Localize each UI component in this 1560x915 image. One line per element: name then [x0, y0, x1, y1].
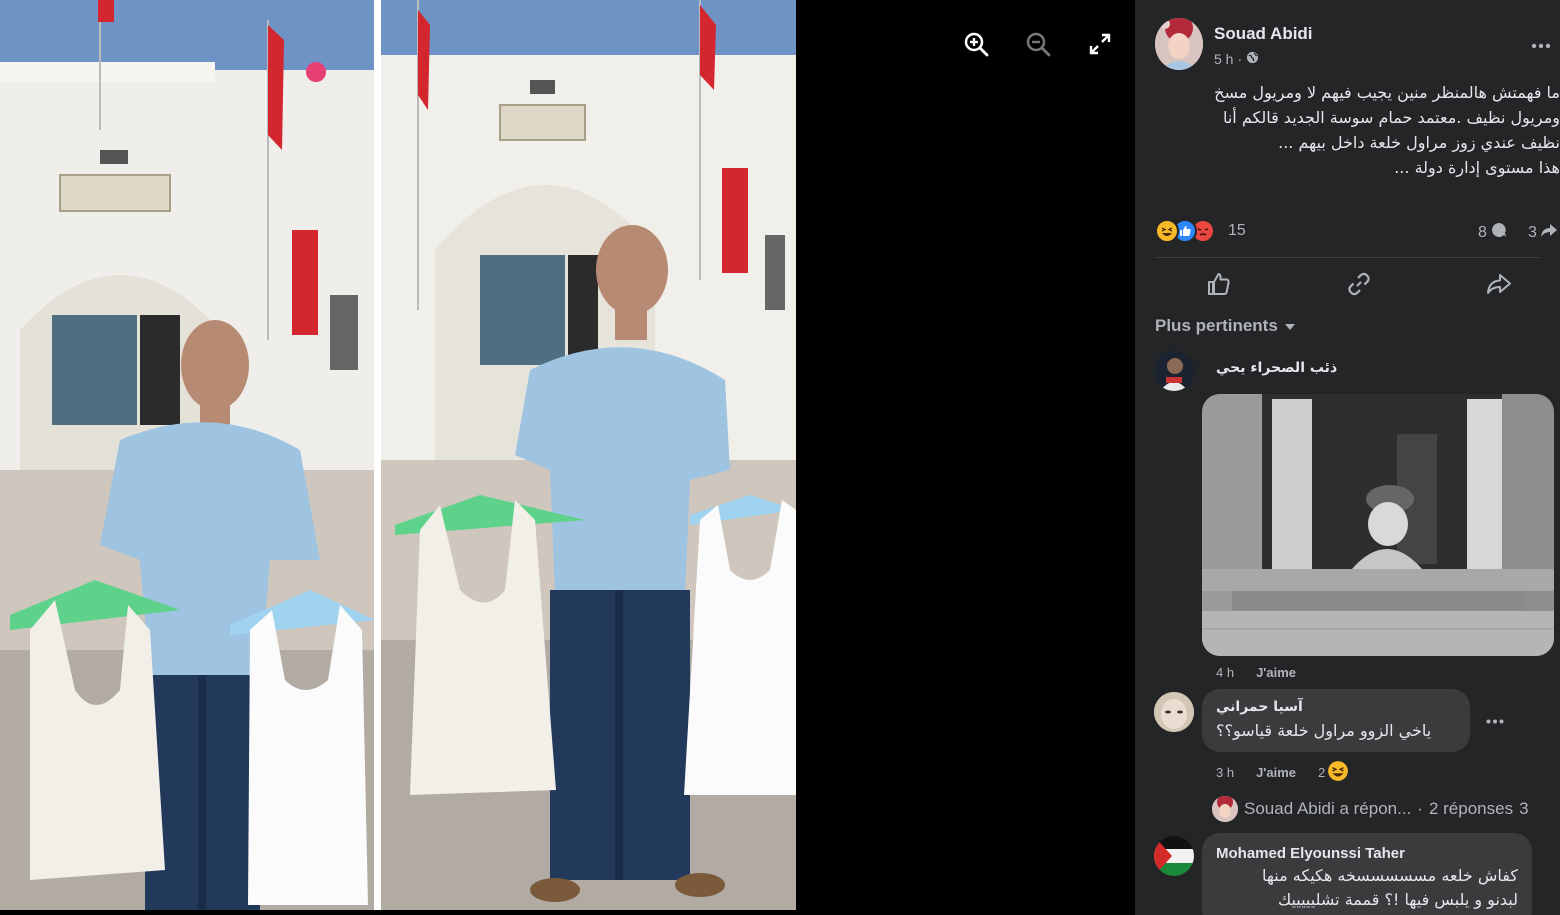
comment-like-button[interactable]: J'aime [1256, 765, 1296, 780]
reply-separator: · [1417, 799, 1423, 818]
comment-text: ياخي الزوو مراول خلعة قياسو؟؟ [1216, 721, 1432, 740]
comment-author[interactable]: ذئب الصحراء يحي [1216, 360, 1337, 376]
post-body: ما فهمتش هالمنظر منين يجيب فيهم لا ومريو… [1150, 80, 1560, 180]
filter-label: Plus pertinents [1155, 316, 1278, 335]
photo-collage-image [0, 0, 796, 910]
viewer-toolbar [960, 28, 1116, 60]
photo-viewer [0, 0, 1135, 915]
comment-gif[interactable] [1202, 394, 1554, 656]
post-author[interactable]: Souad Abidi [1214, 24, 1313, 44]
zoom-in-icon[interactable] [960, 28, 992, 60]
comment-reactions[interactable]: 2 [1318, 760, 1349, 785]
post-header: Souad Abidi 5 h · [1155, 18, 1555, 78]
author-avatar[interactable] [1155, 18, 1203, 70]
gif-image [1202, 394, 1554, 656]
post-text-line: هذا مستوى إدارة دولة ... [1394, 158, 1560, 177]
reactions-bar: 15 8 3 [1155, 217, 1560, 247]
comments-filter[interactable]: Plus pertinents [1155, 316, 1296, 336]
chevron-down-icon [1284, 316, 1296, 336]
collage-divider [374, 0, 381, 910]
copy-link-button[interactable] [1339, 266, 1379, 302]
comment-bubble-icon [1490, 221, 1508, 244]
post-more-button[interactable] [1527, 32, 1555, 60]
post-text-line: ومريول نظيف .معتمد حمام سوسة الجديد قالك… [1222, 108, 1560, 127]
comment-time[interactable]: 3 h [1216, 765, 1234, 780]
share-arrow-icon [1540, 221, 1558, 244]
haha-icon [1155, 219, 1179, 243]
globe-icon [1246, 51, 1259, 67]
post-text-line: نظيف عندي زوز مراول خلعة داخل بيهم ... [1278, 133, 1560, 152]
comment-bubble: آسيا حمراني ياخي الزوو مراول خلعة قياسو؟… [1202, 689, 1470, 752]
meta-separator: · [1237, 51, 1243, 67]
comment-reaction-count: 2 [1318, 765, 1326, 780]
post-text-line: ما فهمتش هالمنظر منين يجيب فيهم لا ومريو… [1214, 83, 1560, 102]
post-panel: Souad Abidi 5 h · ما فهمتش هالمنظر منين … [1135, 0, 1560, 915]
reply-author-avatar [1212, 796, 1238, 822]
reply-author: Souad Abidi a répon... [1244, 799, 1412, 818]
commenter-avatar[interactable] [1154, 692, 1194, 732]
reply-trailing: 3 [1519, 799, 1529, 818]
share-icon [1487, 274, 1511, 294]
comment-author[interactable]: Mohamed Elyounssi Taher [1216, 845, 1405, 862]
comment-more-button[interactable] [1483, 709, 1507, 733]
comment-like-button[interactable]: J'aime [1256, 665, 1296, 680]
like-button[interactable] [1199, 266, 1239, 302]
thumbs-up-icon [1208, 273, 1230, 295]
share-count-value: 3 [1528, 223, 1537, 241]
comment-meta: 4 h J'aime [1216, 665, 1296, 680]
comment-count[interactable]: 8 [1478, 221, 1508, 244]
comment-count-value: 8 [1478, 223, 1487, 241]
reaction-icons[interactable] [1155, 219, 1215, 243]
post-meta: 5 h · [1214, 51, 1259, 67]
comment-bubble: Mohamed Elyounssi Taher كفاش خلعه مسسسسس… [1202, 833, 1532, 915]
post-photo[interactable] [0, 0, 796, 910]
comment-text: لبدنو و يلبس فيها !؟ قممة تشليييييك [1277, 890, 1518, 909]
comment-meta: 3 h J'aime 2 [1216, 760, 1349, 785]
reaction-count[interactable]: 15 [1228, 222, 1246, 240]
comment-time[interactable]: 4 h [1216, 665, 1234, 680]
comment-author[interactable]: آسيا حمراني [1216, 699, 1303, 715]
share-count[interactable]: 3 [1528, 221, 1558, 244]
view-replies[interactable]: Souad Abidi a répon... · 2 réponses 3 [1212, 796, 1529, 822]
link-icon [1348, 272, 1370, 296]
haha-icon [1327, 760, 1349, 785]
divider [1155, 257, 1540, 258]
reply-count: 2 réponses [1428, 799, 1514, 818]
commenter-avatar[interactable] [1154, 351, 1194, 391]
post-time[interactable]: 5 h [1214, 51, 1233, 67]
zoom-out-icon[interactable] [1022, 28, 1054, 60]
fullscreen-icon[interactable] [1084, 28, 1116, 60]
commenter-avatar[interactable] [1154, 836, 1194, 876]
comment-text: كفاش خلعه مسسسسسخه هكيكه منها [1262, 866, 1518, 885]
share-button[interactable] [1479, 266, 1519, 302]
post-actions [1155, 266, 1560, 302]
